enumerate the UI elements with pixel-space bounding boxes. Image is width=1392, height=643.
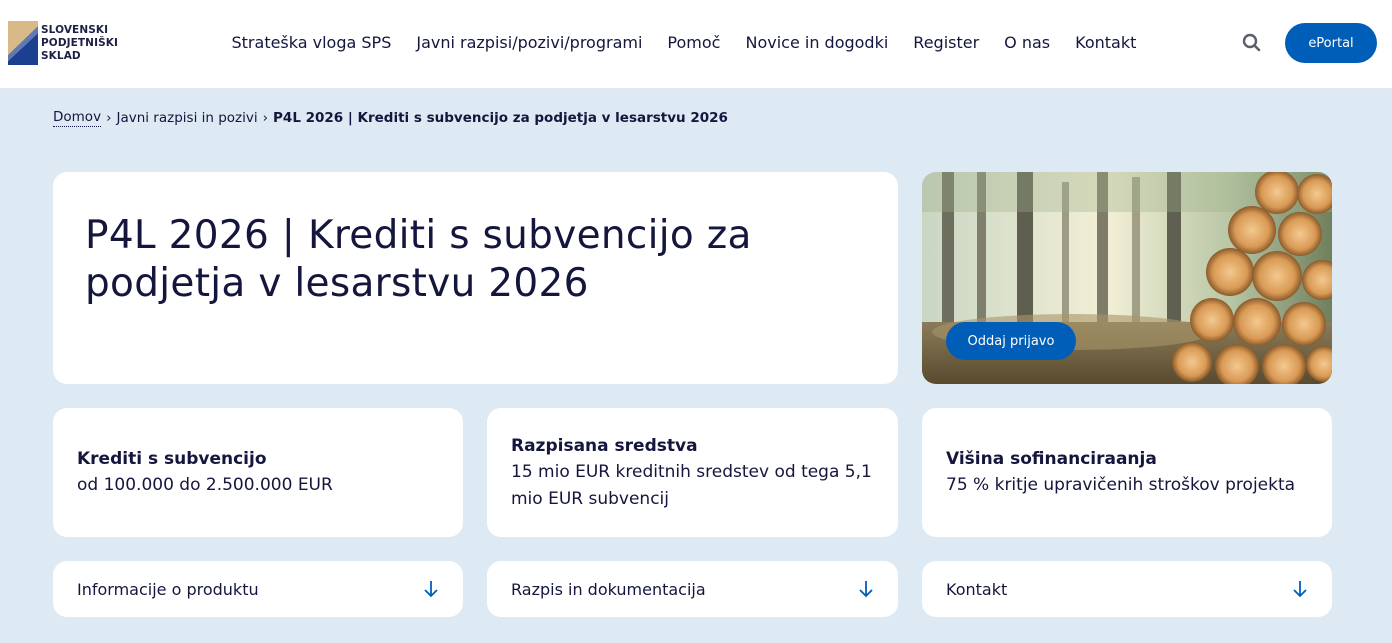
logo-text: SLOVENSKI PODJETNIŠKI SKLAD: [41, 24, 118, 63]
info-card-value: 15 mio EUR kreditnih sredstev od tega 5,…: [511, 461, 872, 509]
site-header: SLOVENSKI PODJETNIŠKI SKLAD Strateška vl…: [0, 0, 1392, 89]
info-card-label: Krediti s subvencijo: [77, 449, 267, 469]
accordion-informacije[interactable]: Informacije o produktu: [53, 561, 463, 617]
hero-image: Oddaj prijavo: [922, 172, 1332, 384]
breadcrumb: Domov › Javni razpisi in pozivi › P4L 20…: [53, 109, 728, 127]
logo-line: SKLAD: [41, 50, 81, 62]
nav-item-novice[interactable]: Novice in dogodki: [733, 31, 901, 55]
logo-line: PODJETNIŠKI: [41, 37, 118, 49]
logo-line: SLOVENSKI: [41, 24, 109, 36]
breadcrumb-separator: ›: [262, 110, 269, 126]
logo[interactable]: SLOVENSKI PODJETNIŠKI SKLAD: [8, 21, 128, 67]
arrow-down-icon: [424, 581, 438, 598]
eportal-button[interactable]: ePortal: [1285, 23, 1377, 63]
nav-item-pomoc[interactable]: Pomoč: [655, 31, 733, 55]
accordion-label: Razpis in dokumentacija: [511, 579, 706, 599]
arrow-down-icon: [1293, 581, 1307, 598]
info-card-label: Višina sofinanciraanja: [946, 449, 1157, 469]
info-card-value: od 100.000 do 2.500.000 EUR: [77, 475, 333, 495]
title-card: P4L 2026 | Krediti s subvencijo za podje…: [53, 172, 898, 384]
accordion-razpis[interactable]: Razpis in dokumentacija: [487, 561, 898, 617]
page-title: P4L 2026 | Krediti s subvencijo za podje…: [85, 213, 752, 306]
breadcrumb-home-link[interactable]: Domov: [53, 109, 102, 127]
nav-item-o-nas[interactable]: O nas: [992, 31, 1063, 55]
accordion-kontakt[interactable]: Kontakt: [922, 561, 1332, 617]
search-icon[interactable]: [1240, 31, 1264, 55]
apply-button[interactable]: Oddaj prijavo: [946, 322, 1076, 360]
main-nav: Strateška vloga SPS Javni razpisi/pozivi…: [219, 31, 1149, 55]
breadcrumb-separator: ›: [106, 110, 112, 126]
accordion-label: Informacije o produktu: [77, 579, 259, 599]
nav-item-javni-razpisi[interactable]: Javni razpisi/pozivi/programi: [404, 31, 655, 55]
info-card-sredstva: Razpisana sredstva 15 mio EUR kreditnih …: [487, 408, 898, 537]
info-card-krediti: Krediti s subvencijo od 100.000 do 2.500…: [53, 408, 463, 537]
logo-mark-icon: [8, 21, 38, 65]
info-card-sofinanciranje: Višina sofinanciraanja 75 % kritje uprav…: [922, 408, 1332, 537]
nav-item-strateska-vloga[interactable]: Strateška vloga SPS: [219, 31, 404, 55]
info-card-label: Razpisana sredstva: [511, 435, 698, 456]
nav-item-register[interactable]: Register: [901, 31, 992, 55]
breadcrumb-parent-link[interactable]: Javni razpisi in pozivi: [116, 110, 257, 126]
breadcrumb-current: P4L 2026 | Krediti s subvencijo za podje…: [273, 110, 728, 126]
accordion-label: Kontakt: [946, 579, 1008, 599]
arrow-down-icon: [859, 581, 873, 598]
nav-item-kontakt[interactable]: Kontakt: [1063, 31, 1149, 55]
info-card-value: 75 % kritje upravičenih stroškov projekt…: [946, 475, 1296, 495]
